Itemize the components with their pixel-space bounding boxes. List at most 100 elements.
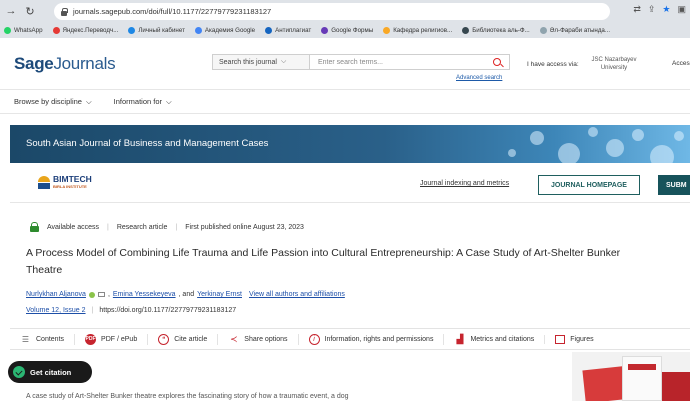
banner-decoration (632, 129, 644, 141)
browse-label: Browse by discipline (14, 96, 82, 106)
access-link[interactable]: Acces (672, 60, 690, 67)
publish-date: First published online August 23, 2023 (185, 223, 304, 231)
bimtech-logo[interactable]: BIMTECH BIRLA INSTITUTE (38, 175, 92, 191)
bookmark-item[interactable]: Кафедра религиов... (383, 26, 453, 34)
bookmark-label: Академия Google (204, 26, 256, 34)
view-all-authors-link[interactable]: View all authors and affiliations (249, 291, 345, 298)
tool-label: Metrics and citations (470, 335, 535, 343)
submit-paper-button[interactable]: SUBM (658, 175, 690, 195)
browser-actions: ⇄ ⇪ ★ ▣ (633, 4, 686, 15)
address-bar[interactable]: journals.sagepub.com/doi/full/10.1177/22… (54, 3, 610, 20)
bookmark-item[interactable]: Личный кабинет (128, 26, 185, 34)
author-separator: , (107, 291, 110, 298)
logo-sage-text: Sage (14, 54, 54, 73)
share-page-icon[interactable]: ⇪ (648, 4, 656, 15)
volume-doi-row: Volume 12, Issue 2 | https://doi.org/10.… (26, 307, 236, 314)
author-link[interactable]: Nurlykhan Aljanova (26, 291, 86, 298)
information-rights-button[interactable]: i Information, rights and permissions (297, 333, 444, 345)
translate-icon[interactable]: ⇄ (633, 4, 641, 15)
article-title: A Process Model of Combining Life Trauma… (26, 247, 621, 276)
figures-tables-button[interactable]: Figures (544, 334, 603, 344)
bookmark-label: Кафедра религиов... (393, 26, 453, 34)
metrics-icon: ▟ (456, 333, 464, 344)
list-icon: ☰ (21, 334, 30, 344)
bookmark-icon (539, 26, 547, 34)
search-placeholder: Enter search terms... (318, 58, 383, 66)
forward-icon[interactable]: → (3, 3, 19, 19)
browser-nav-row: → ↻ journals.sagepub.com/doi/full/10.117… (0, 0, 690, 22)
journal-homepage-button[interactable]: JOURNAL HOMEPAGE (538, 175, 640, 195)
bookmark-item[interactable]: Академия Google (194, 26, 256, 34)
pdf-icon: PDF (85, 333, 97, 345)
reload-icon[interactable]: ↻ (22, 3, 38, 19)
bookmark-icon (52, 26, 60, 34)
bookmark-label: WhatsApp (14, 26, 43, 34)
tool-label: Contents (36, 335, 65, 343)
bookmark-label: Әл-Фараби атында... (549, 26, 611, 34)
divider: | (91, 307, 94, 314)
volume-issue-link[interactable]: Volume 12, Issue 2 (26, 307, 86, 314)
tool-label: Cite article (174, 335, 208, 343)
bookmark-icon (128, 26, 136, 34)
pdf-epub-button[interactable]: PDF PDF / ePub (74, 333, 147, 345)
bookmark-item[interactable]: WhatsApp (4, 26, 43, 34)
bookmark-star-icon[interactable]: ★ (662, 4, 670, 15)
bookmark-item[interactable]: Библиотека аль-Ф... (462, 26, 530, 34)
access-via-label: I have access via: (527, 61, 579, 68)
author-separator: , and (178, 291, 195, 298)
institution-name[interactable]: JSC Nazarbayev University (584, 56, 644, 72)
metrics-citations-button[interactable]: ▟ Metrics and citations (443, 333, 544, 345)
browser-chrome: → ↻ journals.sagepub.com/doi/full/10.117… (0, 0, 690, 38)
search-scope-select[interactable]: Search this journal ⌵ (212, 54, 310, 70)
bookmark-item[interactable]: Әл-Фараби атында... (539, 26, 611, 34)
bookmark-label: Яндекс.Переводч... (62, 26, 119, 34)
sage-journals-logo[interactable]: SageJournals (14, 54, 116, 74)
search-scope-label: Search this journal (219, 58, 277, 66)
email-icon[interactable] (97, 292, 105, 297)
search-icon[interactable] (493, 58, 501, 66)
get-citation-button[interactable]: Get citation (8, 361, 92, 383)
bookmark-item[interactable]: Антиплагиат (265, 26, 312, 34)
cite-article-button[interactable]: ❝ Cite article (147, 333, 217, 345)
banner-decoration (588, 127, 598, 137)
journal-cover-image[interactable] (572, 352, 690, 401)
banner-decoration (650, 145, 674, 163)
bookmark-item[interactable]: Google Формы (321, 26, 373, 34)
banner-decoration (606, 139, 624, 157)
contents-button[interactable]: ☰ Contents (10, 334, 74, 345)
article-type: Research article (116, 223, 168, 231)
author-link[interactable]: Yerkinay Ernst (197, 291, 242, 298)
orcid-icon[interactable] (88, 291, 95, 298)
bookmark-icon (462, 26, 470, 34)
extension-icon[interactable]: ▣ (677, 4, 686, 15)
information-for-menu[interactable]: Information for ⌵ (114, 97, 172, 107)
search-input[interactable]: Enter search terms... (310, 54, 510, 70)
browse-by-discipline-menu[interactable]: Browse by discipline ⌵ (14, 97, 92, 107)
bookmark-item[interactable]: Яндекс.Переводч... (52, 26, 119, 34)
divider: | (175, 223, 178, 231)
tool-label: Information, rights and permissions (324, 335, 434, 343)
bimtech-subtitle: BIRLA INSTITUTE (53, 184, 87, 189)
bookmark-label: Антиплагиат (275, 26, 312, 34)
bookmark-icon (265, 26, 273, 34)
bookmark-icon (321, 26, 329, 34)
advanced-search-link[interactable]: Advanced search (456, 75, 502, 81)
banner-decoration (530, 131, 544, 145)
banner-decoration (558, 143, 580, 163)
bookmark-icon (383, 26, 391, 34)
tool-label: Figures (570, 335, 594, 343)
share-options-button[interactable]: ≺ Share options (217, 333, 297, 345)
author-link[interactable]: Emina Yessekeyeva (113, 291, 176, 298)
journal-title[interactable]: South Asian Journal of Business and Mana… (26, 138, 268, 149)
site-header: SageJournals Search this journal ⌵ Enter … (0, 38, 690, 90)
share-icon: ≺ (230, 333, 238, 344)
check-circle-icon (13, 366, 25, 378)
bookmarks-bar: WhatsApp Яндекс.Переводч... Личный кабин… (0, 22, 690, 38)
cite-icon: ❝ (158, 333, 170, 345)
abstract-text: A case study of Art-Shelter Bunker theat… (26, 393, 349, 400)
journal-indexing-link[interactable]: Journal indexing and metrics (420, 180, 509, 187)
browse-nav: Browse by discipline ⌵ Information for ⌵ (0, 90, 690, 114)
banner-decoration (674, 131, 684, 141)
doi-link[interactable]: https://doi.org/10.1177/2277977923118312… (99, 307, 236, 314)
bookmark-label: Библиотека аль-Ф... (472, 26, 530, 34)
